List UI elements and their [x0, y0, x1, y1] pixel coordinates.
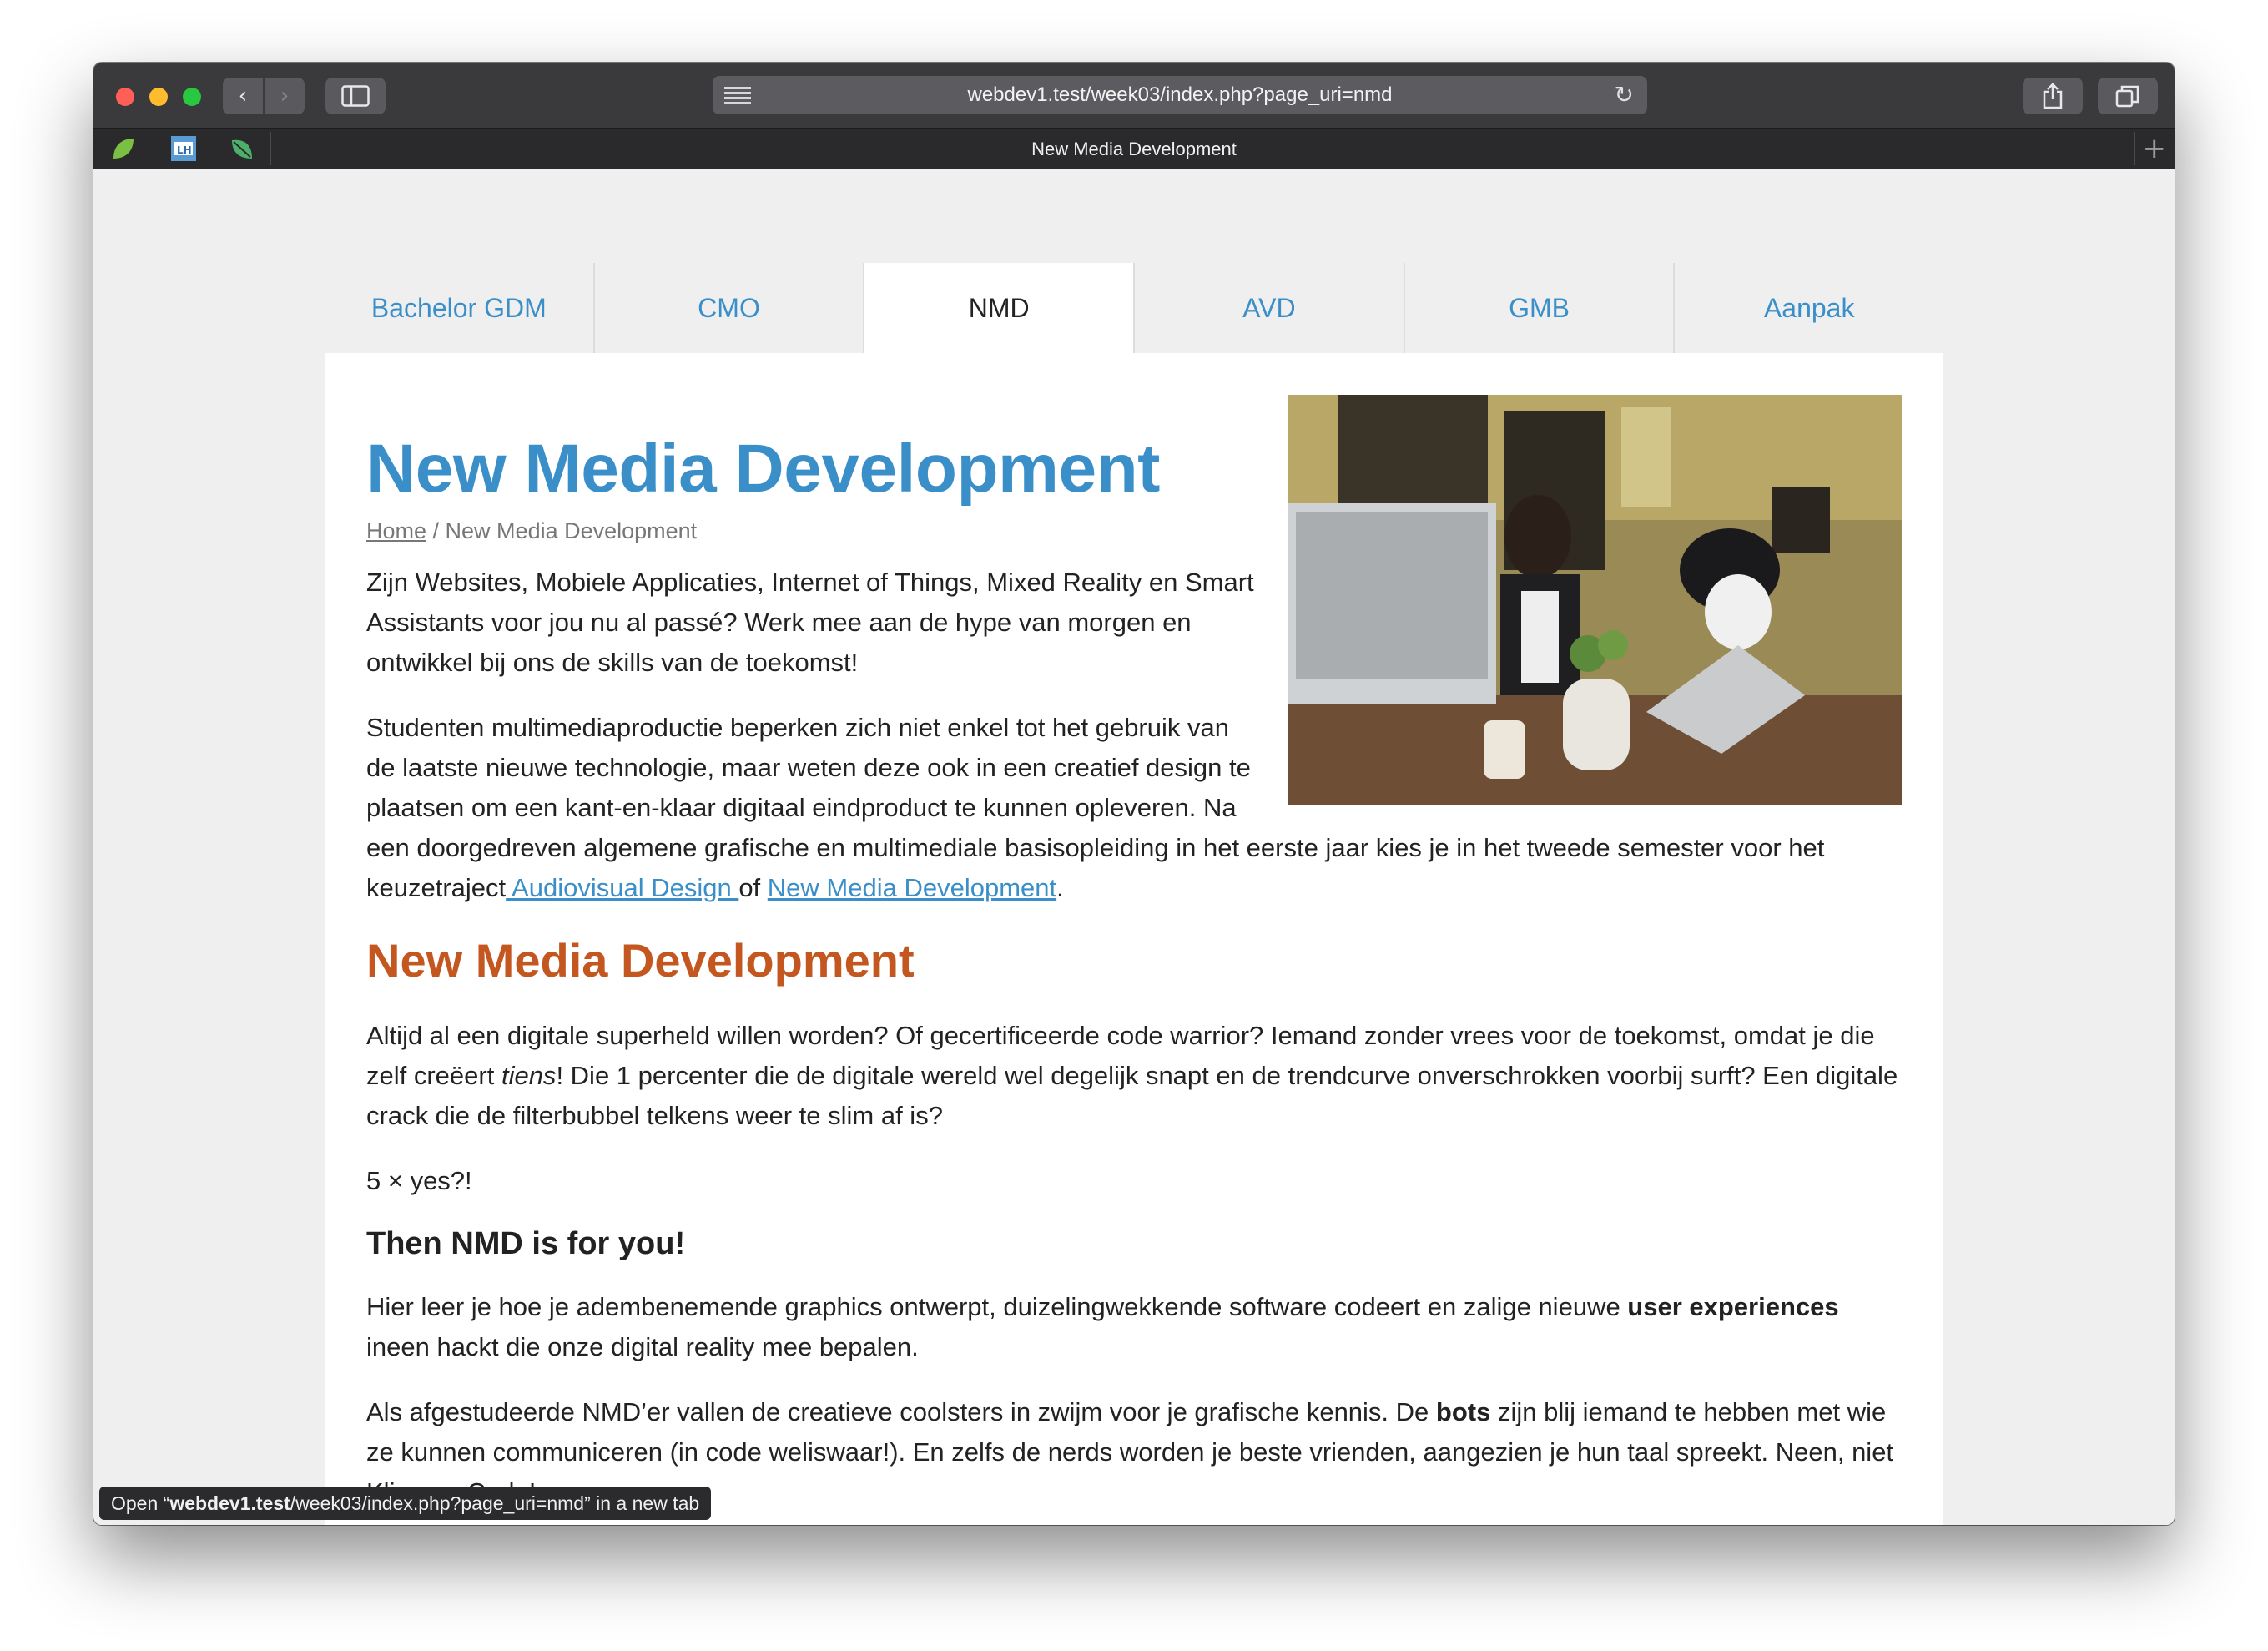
- graphics-text-a: Hier leer je hoe je adembenemende graphi…: [366, 1292, 1628, 1322]
- url-text: webdev1.test/week03/index.php?page_uri=n…: [967, 83, 1393, 106]
- graduate-strong: bots: [1435, 1397, 1491, 1427]
- article: New Media Development Home / New Media D…: [366, 395, 1902, 1525]
- study-end: .: [1056, 873, 1064, 903]
- status-prefix: Open “: [111, 1492, 170, 1514]
- forward-button[interactable]: ›: [265, 78, 305, 114]
- tab-cmo[interactable]: CMO: [594, 263, 865, 353]
- chevron-right-icon: ›: [280, 83, 290, 109]
- graduate-text-a: Als afgestudeerde NMD’er vallen de creat…: [366, 1397, 1436, 1427]
- superhero-text-b: ! Die 1 percenter die de digitale wereld…: [366, 1061, 1898, 1131]
- tab-gmb[interactable]: GMB: [1404, 263, 1676, 353]
- superhero-emphasis: tiens: [501, 1061, 557, 1091]
- address-bar[interactable]: webdev1.test/week03/index.php?page_uri=n…: [713, 76, 1647, 114]
- minimize-window-button[interactable]: [149, 88, 168, 106]
- show-tabs-button[interactable]: [2098, 78, 2158, 114]
- sidebar-icon: [341, 85, 370, 107]
- page-viewport: Bachelor GDM CMO NMD AVD GMB Aanpak New …: [93, 169, 2175, 1525]
- tab-aanpak[interactable]: Aanpak: [1675, 263, 1944, 353]
- breadcrumb-home-link[interactable]: Home: [366, 518, 426, 543]
- subheading: Then NMD is for you!: [366, 1226, 686, 1262]
- title-bar: ‹ › webdev1.test/week03/index.php?page_u…: [93, 63, 2175, 128]
- back-button[interactable]: ‹: [223, 78, 263, 114]
- hero-photo: [1288, 395, 1902, 805]
- study-or: of: [738, 873, 768, 903]
- favorites-bar: LH New Media Development +: [93, 128, 2175, 169]
- browser-window: ‹ › webdev1.test/week03/index.php?page_u…: [93, 63, 2175, 1525]
- status-suffix: ” in a new tab: [584, 1492, 700, 1514]
- section-nav: Bachelor GDM CMO NMD AVD GMB Aanpak: [325, 263, 1944, 353]
- graphics-text-b: ineen hackt die onze digital reality mee…: [366, 1332, 919, 1362]
- breadcrumb-current: New Media Development: [445, 518, 698, 544]
- graphics-paragraph: Hier leer je hoe je adembenemende graphi…: [366, 1287, 1902, 1367]
- graphics-strong: user experiences: [1627, 1292, 1839, 1322]
- superhero-paragraph: Altijd al een digitale superheld willen …: [366, 1016, 1902, 1136]
- share-button[interactable]: [2023, 78, 2083, 114]
- status-path: /week03/index.php?page_uri=nmd: [290, 1492, 585, 1514]
- maximize-window-button[interactable]: [183, 88, 201, 106]
- reload-icon[interactable]: ↻: [1615, 81, 1634, 109]
- new-tab-button[interactable]: +: [2143, 132, 2167, 165]
- sidebar-toggle-button[interactable]: [325, 78, 386, 114]
- tab-bachelor-gdm[interactable]: Bachelor GDM: [325, 263, 595, 353]
- tab-title[interactable]: New Media Development: [93, 139, 2175, 160]
- reader-icon[interactable]: [724, 84, 751, 106]
- new-media-development-link[interactable]: New Media Development: [768, 873, 1056, 902]
- yes-paragraph: 5 × yes?!: [366, 1166, 472, 1196]
- content-card: New Media Development Home / New Media D…: [325, 353, 1943, 1525]
- section-heading: New Media Development: [366, 934, 915, 987]
- link-status-tooltip: Open “webdev1.test/week03/index.php?page…: [99, 1487, 712, 1520]
- close-window-button[interactable]: [116, 88, 134, 106]
- favorites-divider: [2134, 132, 2135, 165]
- breadcrumb-separator: /: [426, 518, 446, 544]
- audiovisual-design-link[interactable]: Audiovisual Design: [506, 873, 738, 902]
- tab-avd[interactable]: AVD: [1135, 263, 1405, 353]
- tabs-icon: [2115, 85, 2139, 108]
- status-host: webdev1.test: [169, 1492, 290, 1514]
- share-icon: [2043, 83, 2063, 109]
- tab-nmd[interactable]: NMD: [864, 263, 1136, 353]
- chevron-left-icon: ‹: [238, 83, 248, 109]
